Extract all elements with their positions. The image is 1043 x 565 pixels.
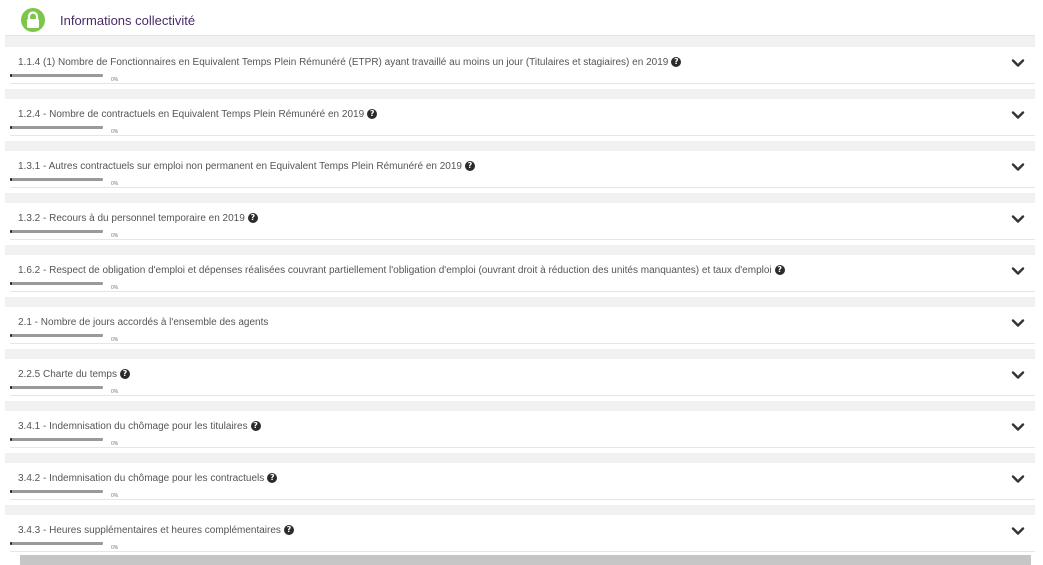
progress-bar	[10, 126, 103, 129]
accordion-row[interactable]: 3.4.3 - Heures supplémentaires et heures…	[5, 515, 1035, 555]
question-circle-icon[interactable]: ?	[283, 525, 294, 535]
section-title: 1.3.1 - Autres contractuels sur emploi n…	[18, 161, 462, 172]
section-title-wrap: 2.2.5 Charte du temps?	[18, 369, 130, 380]
section-title-wrap: 1.3.1 - Autres contractuels sur emploi n…	[18, 161, 475, 172]
page-title: Informations collectivité	[60, 13, 196, 28]
section-title: 2.2.5 Charte du temps	[18, 369, 117, 380]
row-divider	[10, 447, 1035, 448]
progress-bar	[10, 490, 103, 493]
row-divider	[10, 343, 1035, 344]
section-title-wrap: 1.3.2 - Recours à du personnel temporair…	[18, 213, 258, 224]
row-divider	[10, 239, 1035, 240]
row-divider	[10, 499, 1035, 500]
chevron-down-icon[interactable]	[1011, 420, 1025, 434]
section-title: 1.2.4 - Nombre de contractuels en Equiva…	[18, 109, 365, 120]
row-divider	[10, 135, 1035, 136]
accordion-row[interactable]: 2.1 - Nombre de jours accordés à l'ensem…	[5, 307, 1035, 349]
section-title-wrap: 1.2.4 - Nombre de contractuels en Equiva…	[18, 109, 378, 120]
question-circle-icon[interactable]: ?	[464, 161, 475, 171]
question-circle-icon[interactable]: ?	[250, 421, 261, 431]
question-circle-icon[interactable]: ?	[367, 109, 378, 119]
progress-fill	[10, 126, 12, 129]
progress-bar	[10, 230, 103, 233]
row-divider	[10, 291, 1035, 292]
progress-fill	[10, 490, 12, 493]
accordion-row[interactable]: 1.2.4 - Nombre de contractuels en Equiva…	[5, 99, 1035, 141]
section-title: 2.1 - Nombre de jours accordés à l'ensem…	[18, 317, 269, 328]
section-title: 3.4.2 - Indemnisation du chômage pour le…	[18, 473, 265, 484]
collectivite-panel: Informations collectivité 1.1.4 (1) Nomb…	[5, 6, 1035, 555]
question-circle-icon[interactable]: ?	[774, 265, 785, 275]
progress-fill	[10, 282, 12, 285]
accordion-row[interactable]: 1.1.4 (1) Nombre de Fonctionnaires en Eq…	[5, 47, 1035, 89]
section-title: 1.6.2 - Respect de obligation d'emploi e…	[18, 265, 772, 276]
row-divider	[10, 395, 1035, 396]
progress-fill	[10, 542, 12, 545]
progress-bar	[10, 282, 103, 285]
progress-bar	[10, 386, 103, 389]
section-title-wrap: 3.4.1 - Indemnisation du chômage pour le…	[18, 421, 261, 432]
progress-bar	[10, 74, 103, 77]
accordion-row[interactable]: 3.4.2 - Indemnisation du chômage pour le…	[5, 463, 1035, 505]
chevron-down-icon[interactable]	[1011, 212, 1025, 226]
accordion-row[interactable]: 1.3.2 - Recours à du personnel temporair…	[5, 203, 1035, 245]
progress-bar	[10, 178, 103, 181]
sections-list: 1.1.4 (1) Nombre de Fonctionnaires en Eq…	[5, 47, 1035, 555]
lock-icon	[21, 8, 45, 32]
progress-fill	[10, 74, 12, 77]
chevron-down-icon[interactable]	[1011, 56, 1025, 70]
chevron-down-icon[interactable]	[1011, 524, 1025, 538]
section-title-wrap: 3.4.3 - Heures supplémentaires et heures…	[18, 525, 294, 536]
chevron-down-icon[interactable]	[1011, 472, 1025, 486]
question-circle-icon[interactable]: ?	[267, 473, 278, 483]
chevron-down-icon[interactable]	[1011, 108, 1025, 122]
progress-fill	[10, 178, 12, 181]
accordion-row[interactable]: 1.6.2 - Respect de obligation d'emploi e…	[5, 255, 1035, 297]
progress-fill	[10, 230, 12, 233]
accordion-row[interactable]: 2.2.5 Charte du temps? 0%	[5, 359, 1035, 401]
section-title: 3.4.3 - Heures supplémentaires et heures…	[18, 525, 281, 536]
question-circle-icon[interactable]: ?	[119, 369, 130, 379]
progress-fill	[10, 386, 12, 389]
accordion-row[interactable]: 3.4.1 - Indemnisation du chômage pour le…	[5, 411, 1035, 453]
chevron-down-icon[interactable]	[1011, 316, 1025, 330]
section-title: 3.4.1 - Indemnisation du chômage pour le…	[18, 421, 248, 432]
progress-bar	[10, 334, 103, 337]
row-divider	[10, 83, 1035, 84]
section-title-wrap: 1.1.4 (1) Nombre de Fonctionnaires en Eq…	[18, 57, 682, 68]
accordion-row[interactable]: 1.3.1 - Autres contractuels sur emploi n…	[5, 151, 1035, 193]
progress-bar	[10, 542, 103, 545]
panel-header: Informations collectivité	[5, 6, 1035, 36]
progress-bar	[10, 438, 103, 441]
question-circle-icon[interactable]: ?	[247, 213, 258, 223]
section-title-wrap: 3.4.2 - Indemnisation du chômage pour le…	[18, 473, 278, 484]
chevron-down-icon[interactable]	[1011, 368, 1025, 382]
section-title: 1.1.4 (1) Nombre de Fonctionnaires en Eq…	[18, 57, 669, 68]
section-title: 1.3.2 - Recours à du personnel temporair…	[18, 213, 245, 224]
row-divider	[10, 187, 1035, 188]
question-circle-icon[interactable]: ?	[671, 57, 682, 67]
progress-fill	[10, 438, 12, 441]
chevron-down-icon[interactable]	[1011, 264, 1025, 278]
progress-fill	[10, 334, 12, 337]
section-title-wrap: 1.6.2 - Respect de obligation d'emploi e…	[18, 265, 785, 276]
chevron-down-icon[interactable]	[1011, 160, 1025, 174]
row-divider	[10, 551, 1035, 552]
